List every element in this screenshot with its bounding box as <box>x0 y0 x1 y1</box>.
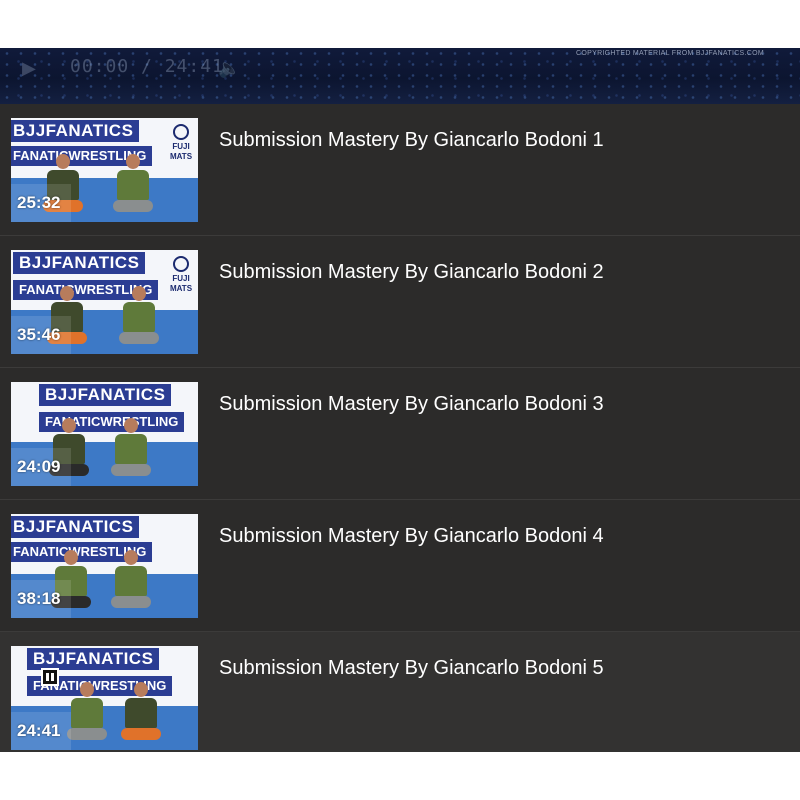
video-title[interactable]: Submission Mastery By Giancarlo Bodoni 1 <box>219 128 604 152</box>
athlete-figure <box>111 550 151 608</box>
video-title[interactable]: Submission Mastery By Giancarlo Bodoni 3 <box>219 392 604 416</box>
video-duration: 25:32 <box>11 184 71 222</box>
fuji-logo: FUJI MATS <box>168 256 194 293</box>
video-thumbnail[interactable]: BJJFANATICS FANATICWRESTLING 24:41 <box>11 646 198 750</box>
athlete-figure <box>67 682 107 740</box>
player-time: 00:00 / 24:41 <box>70 56 224 77</box>
video-title[interactable]: Submission Mastery By Giancarlo Bodoni 4 <box>219 524 604 548</box>
playlist-item[interactable]: BJJFANATICS FANATICWRESTLING FUJI MATS 2… <box>0 104 800 236</box>
athlete-figure <box>113 154 153 212</box>
video-title[interactable]: Submission Mastery By Giancarlo Bodoni 5 <box>219 656 604 680</box>
thumbnail-brand-banner: BJJFANATICS <box>27 648 160 670</box>
copyright-watermark: COPYRIGHTED MATERIAL FROM BJJFANATICS.CO… <box>576 50 764 57</box>
video-playlist-panel: ▶ 00:00 / 24:41 🔈 COPYRIGHTED MATERIAL F… <box>0 48 800 752</box>
playlist-item[interactable]: BJJFANATICS FANATICWRESTLING 24:09 Submi… <box>0 368 800 500</box>
athlete-figure <box>111 418 151 476</box>
thumbnail-brand-banner: BJJFANATICS <box>13 252 146 274</box>
playlist-item-current[interactable]: BJJFANATICS FANATICWRESTLING 24:41 Submi… <box>0 632 800 752</box>
athlete-figure <box>121 682 161 740</box>
thumbnail-brand-banner: BJJFANATICS <box>11 516 140 538</box>
pause-icon[interactable] <box>41 668 59 686</box>
volume-icon[interactable]: 🔈 <box>218 58 240 79</box>
video-duration: 24:41 <box>11 712 71 750</box>
athlete-figure <box>119 286 159 344</box>
playlist-item[interactable]: BJJFANATICS FANATICWRESTLING 38:18 Submi… <box>0 500 800 632</box>
fuji-logo: FUJI MATS <box>168 124 194 161</box>
video-player-strip[interactable]: ▶ 00:00 / 24:41 🔈 COPYRIGHTED MATERIAL F… <box>0 48 800 104</box>
playlist-item[interactable]: BJJFANATICS FANATICWRESTLING FUJI MATS 3… <box>0 236 800 368</box>
video-thumbnail[interactable]: BJJFANATICS FANATICWRESTLING FUJI MATS 3… <box>11 250 198 354</box>
video-thumbnail[interactable]: BJJFANATICS FANATICWRESTLING 38:18 <box>11 514 198 618</box>
video-duration: 38:18 <box>11 580 71 618</box>
thumbnail-brand-banner: BJJFANATICS <box>39 384 172 406</box>
play-icon[interactable]: ▶ <box>22 58 36 79</box>
video-duration: 35:46 <box>11 316 71 354</box>
video-thumbnail[interactable]: BJJFANATICS FANATICWRESTLING 24:09 <box>11 382 198 486</box>
video-title[interactable]: Submission Mastery By Giancarlo Bodoni 2 <box>219 260 604 284</box>
thumbnail-brand-banner: BJJFANATICS <box>11 120 140 142</box>
video-duration: 24:09 <box>11 448 71 486</box>
video-thumbnail[interactable]: BJJFANATICS FANATICWRESTLING FUJI MATS 2… <box>11 118 198 222</box>
